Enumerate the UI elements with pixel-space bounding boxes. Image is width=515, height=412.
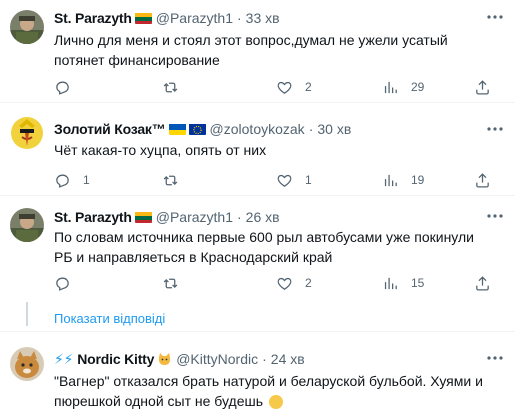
like-count: 1 <box>305 173 312 187</box>
avatar[interactable] <box>10 116 44 150</box>
share-button[interactable] <box>474 273 491 293</box>
view-count: 29 <box>411 80 425 94</box>
tweet[interactable]: Золотий Козак™ @zolotoykozak · 30 хв Чёт… <box>0 104 515 196</box>
retweet-icon <box>163 175 178 185</box>
like-button[interactable]: 2 <box>276 77 312 97</box>
analytics-icon <box>384 277 397 289</box>
more-options-icon[interactable] <box>485 8 505 26</box>
user-handle[interactable]: @zolotoykozak <box>210 121 305 137</box>
tweet-header: St. Parazyth @Parazyth1 · 33 хв <box>54 8 280 28</box>
retweet-button[interactable] <box>162 77 191 97</box>
separator: · <box>262 351 267 367</box>
avatar[interactable] <box>10 10 44 44</box>
show-replies-link[interactable]: Показати відповіді <box>54 311 165 326</box>
reply-button[interactable] <box>54 77 83 97</box>
ukraine-flag-icon <box>168 123 186 135</box>
lithuania-flag-icon <box>134 12 152 24</box>
avatar[interactable] <box>10 347 44 381</box>
user-name[interactable]: Золотий Козак™ <box>54 121 166 137</box>
retweet-button[interactable] <box>162 273 191 293</box>
reply-button[interactable]: 1 <box>54 170 90 190</box>
view-count: 15 <box>411 276 425 290</box>
avatar[interactable] <box>10 208 44 242</box>
user-handle[interactable]: @Parazyth1 <box>156 209 233 225</box>
analytics-icon <box>384 174 397 186</box>
tweet-text: По словам источника первые 600 рыл автоб… <box>54 229 474 265</box>
share-icon <box>476 172 489 188</box>
tweet-text: Лично для меня и стоял этот вопрос,думал… <box>54 32 448 68</box>
tweet-header: St. Parazyth @Parazyth1 · 26 хв <box>54 207 280 227</box>
views-button[interactable]: 19 <box>382 170 424 190</box>
reply-icon <box>56 174 69 188</box>
retweet-icon <box>163 82 178 92</box>
views-button[interactable]: 15 <box>382 273 424 293</box>
tweet-actions: 1 1 19 <box>54 170 494 190</box>
cat-emoji-icon <box>157 352 172 367</box>
timestamp[interactable]: 30 хв <box>317 121 351 137</box>
share-icon <box>476 79 489 95</box>
tweet-header: ⚡⚡ Nordic Kitty @KittyNordic · 24 хв <box>54 349 305 369</box>
user-handle[interactable]: @KittyNordic <box>176 351 258 367</box>
like-button[interactable]: 2 <box>276 273 312 293</box>
user-name[interactable]: St. Parazyth <box>54 10 132 26</box>
retweet-icon <box>163 278 178 288</box>
tweet[interactable]: ⚡⚡ Nordic Kitty @KittyNordic · 24 хв "Ва… <box>0 333 515 412</box>
separator: · <box>237 209 242 225</box>
reply-count: 1 <box>83 173 90 187</box>
reply-icon <box>56 277 69 291</box>
more-options-icon[interactable] <box>485 349 505 367</box>
lithuania-flag-icon <box>134 211 152 223</box>
like-button[interactable]: 1 <box>276 170 312 190</box>
separator: · <box>237 10 242 26</box>
more-options-icon[interactable] <box>485 120 505 138</box>
share-icon <box>476 275 489 291</box>
tweet-header: Золотий Козак™ @zolotoykozak · 30 хв <box>54 119 351 139</box>
user-handle[interactable]: @Parazyth1 <box>156 10 233 26</box>
user-name-prefix: ⚡⚡ <box>54 350 74 367</box>
reply-feed: St. Parazyth @Parazyth1 · 33 хв Лично дл… <box>0 0 515 412</box>
timestamp[interactable]: 26 хв <box>246 209 280 225</box>
tweet[interactable]: St. Parazyth @Parazyth1 · 33 хв Лично дл… <box>0 0 515 103</box>
tweet-text: Чёт какая-то хуцпа, опять от них <box>54 142 267 158</box>
thread-connector <box>26 302 28 326</box>
tweet-actions: 2 29 <box>54 77 494 97</box>
like-count: 2 <box>305 80 312 94</box>
timestamp[interactable]: 33 хв <box>246 10 280 26</box>
share-button[interactable] <box>474 170 491 190</box>
reply-icon <box>56 81 69 95</box>
heart-icon <box>277 81 292 94</box>
user-name[interactable]: St. Parazyth <box>54 209 132 225</box>
laughing-emoji-icon <box>268 395 283 410</box>
analytics-icon <box>384 81 397 93</box>
retweet-button[interactable] <box>162 170 191 190</box>
reply-button[interactable] <box>54 273 83 293</box>
tweet[interactable]: St. Parazyth @Parazyth1 · 26 хв По слова… <box>0 197 515 332</box>
user-name[interactable]: Nordic Kitty <box>77 351 154 367</box>
eu-flag-icon <box>188 123 206 135</box>
tweet-actions: 2 15 <box>54 273 494 293</box>
share-button[interactable] <box>474 77 491 97</box>
timestamp[interactable]: 24 хв <box>271 351 305 367</box>
separator: · <box>308 121 314 137</box>
heart-icon <box>277 174 292 187</box>
like-count: 2 <box>305 276 312 290</box>
heart-icon <box>277 277 292 290</box>
views-button[interactable]: 29 <box>382 77 424 97</box>
more-options-icon[interactable] <box>485 207 505 225</box>
tweet-text: "Вагнер" отказался брать натурой и белар… <box>54 371 494 411</box>
view-count: 19 <box>411 173 425 187</box>
